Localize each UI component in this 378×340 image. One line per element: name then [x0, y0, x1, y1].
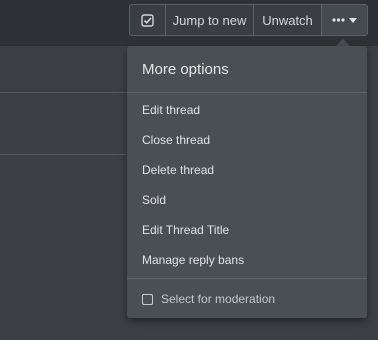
menu-title: More options	[127, 46, 367, 93]
jump-to-new-label: Jump to new	[172, 12, 247, 28]
caret-down-icon	[349, 17, 357, 23]
menu-item-close-thread[interactable]: Close thread	[127, 125, 367, 155]
select-thread-button[interactable]	[130, 5, 166, 35]
checkbox-check-icon	[141, 13, 154, 27]
ellipsis-icon	[332, 18, 345, 22]
more-options-button[interactable]	[322, 5, 367, 35]
menu-item-manage-reply-bans[interactable]: Manage reply bans	[127, 245, 367, 275]
unwatch-button[interactable]: Unwatch	[254, 5, 322, 35]
moderation-checkbox[interactable]	[142, 293, 153, 305]
divider	[0, 92, 127, 93]
menu-item-list: Edit thread Close thread Delete thread S…	[127, 93, 367, 275]
jump-to-new-button[interactable]: Jump to new	[166, 5, 254, 35]
menu-item-edit-thread-title[interactable]: Edit Thread Title	[127, 215, 367, 245]
menu-pointer	[336, 39, 350, 46]
unwatch-label: Unwatch	[262, 12, 313, 28]
select-for-moderation-row[interactable]: Select for moderation	[127, 279, 367, 319]
select-for-moderation-label: Select for moderation	[161, 292, 276, 306]
thread-actions-toolbar: Jump to new Unwatch	[129, 4, 368, 36]
menu-item-sold[interactable]: Sold	[127, 185, 367, 215]
menu-item-edit-thread[interactable]: Edit thread	[127, 95, 367, 125]
more-options-menu: More options Edit thread Close thread De…	[127, 46, 367, 318]
menu-item-delete-thread[interactable]: Delete thread	[127, 155, 367, 185]
divider	[0, 154, 127, 155]
